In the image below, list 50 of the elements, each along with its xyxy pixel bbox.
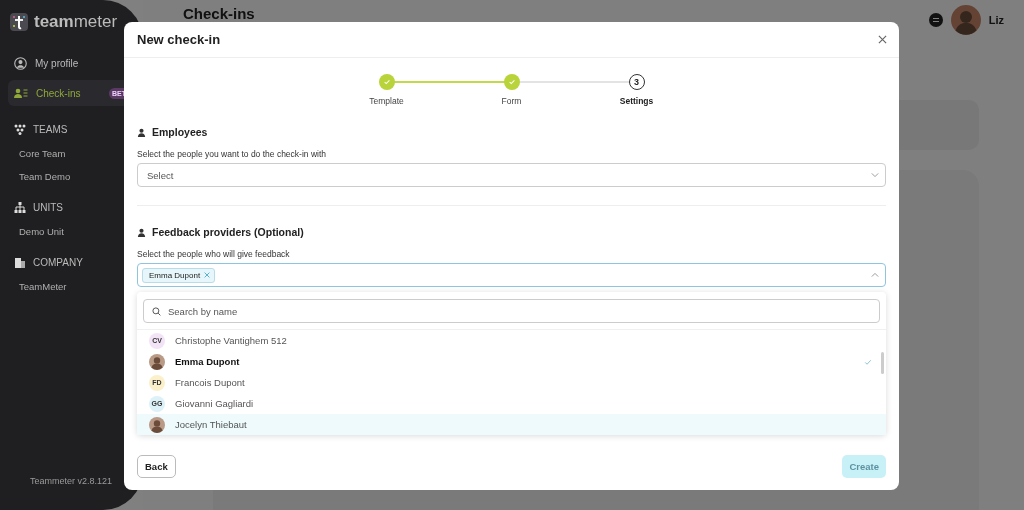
person-icon bbox=[137, 127, 146, 137]
option-name: Christophe Vantighem 512 bbox=[175, 335, 288, 346]
section-label: UNITS bbox=[33, 201, 63, 213]
field-label: Select the people who will give feedback bbox=[137, 249, 291, 259]
logo-text: teammeter bbox=[34, 12, 118, 32]
avatar-icon bbox=[950, 5, 981, 35]
check-icon bbox=[864, 357, 872, 366]
person-icon bbox=[137, 227, 146, 237]
chevron-icon bbox=[871, 271, 879, 279]
page-title: Check-ins bbox=[183, 4, 255, 22]
option-name: Jocelyn Thiebaut bbox=[175, 419, 248, 430]
close-icon bbox=[878, 35, 887, 44]
avatar-icon bbox=[149, 416, 165, 433]
hierarchy-icon bbox=[14, 201, 26, 213]
check-icon bbox=[507, 78, 516, 86]
search-icon bbox=[152, 306, 161, 316]
option-name: Emma Dupont bbox=[175, 356, 241, 367]
check-icon bbox=[382, 78, 391, 86]
step-label: Form bbox=[501, 96, 522, 106]
logo-icon bbox=[10, 13, 28, 31]
nav-item[interactable]: My profile bbox=[8, 50, 135, 76]
step-label: Settings bbox=[619, 96, 654, 106]
user-name: Liz bbox=[988, 14, 1004, 26]
close-button[interactable] bbox=[878, 35, 887, 44]
option-item[interactable]: Emma Dupont bbox=[137, 351, 886, 372]
building-icon bbox=[14, 256, 26, 268]
option-name: Francois Dupont bbox=[175, 377, 246, 388]
multi-select-field[interactable]: Emma Dupont bbox=[137, 263, 886, 287]
back-button[interactable]: Back bbox=[137, 455, 176, 478]
chat-icon[interactable] bbox=[928, 13, 943, 27]
user-circle-icon bbox=[14, 56, 27, 70]
select-field[interactable]: Select bbox=[137, 163, 886, 187]
section-label: COMPANY bbox=[33, 256, 83, 268]
people-icon bbox=[14, 123, 26, 135]
option-name: Giovanni Gagliardi bbox=[175, 398, 255, 409]
avatar-icon bbox=[149, 353, 165, 370]
scrollbar[interactable] bbox=[881, 352, 884, 374]
step-label: Template bbox=[369, 96, 404, 106]
step-number: 3 bbox=[634, 77, 639, 87]
version-text: Teammeter v2.8.121 bbox=[29, 476, 114, 488]
section-label: TEAMS bbox=[33, 123, 68, 135]
section-heading: Feedback providers (Optional) bbox=[152, 226, 304, 238]
tag-label: Emma Dupont bbox=[149, 270, 201, 280]
chevron-icon bbox=[871, 171, 879, 179]
section-heading: Employees bbox=[152, 126, 208, 138]
search-field[interactable]: Search by name bbox=[143, 299, 880, 323]
modal-title: New check-in bbox=[137, 32, 221, 47]
user-list-icon bbox=[14, 87, 28, 99]
field-label: Select the people you want to do the check-in with bbox=[137, 149, 327, 159]
option-item[interactable]: Jocelyn Thiebaut bbox=[137, 414, 886, 435]
